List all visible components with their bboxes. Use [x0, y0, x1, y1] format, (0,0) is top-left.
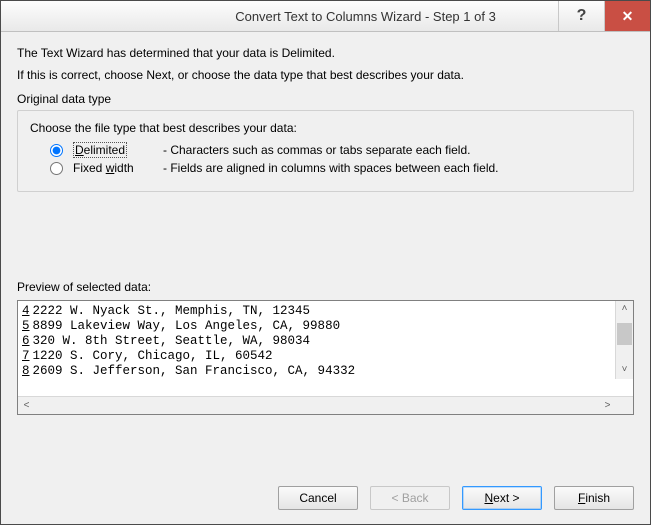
- button-row: Cancel < Back Next > Finish: [1, 472, 650, 524]
- choose-label: Choose the file type that best describes…: [30, 121, 621, 135]
- radio-fixed-width-label: Fixed width: [73, 161, 149, 175]
- help-button[interactable]: ?: [558, 1, 604, 31]
- scroll-thumb[interactable]: [617, 323, 632, 345]
- preview-row: 1220 S. Cory, Chicago, IL, 60542: [33, 349, 356, 364]
- line-number: 6: [22, 334, 30, 349]
- finish-button[interactable]: Finish: [554, 486, 634, 510]
- original-data-type-group: Choose the file type that best describes…: [17, 110, 634, 192]
- radio-fixed-width-desc: - Fields are aligned in columns with spa…: [163, 161, 499, 175]
- close-button[interactable]: ✕: [604, 1, 650, 31]
- preview-row: 8899 Lakeview Way, Los Angeles, CA, 9988…: [33, 319, 356, 334]
- preview-line-texts: 2222 W. Nyack St., Memphis, TN, 12345 88…: [32, 304, 356, 396]
- vertical-scrollbar[interactable]: ˄ ˅: [615, 301, 633, 379]
- preview-row: 320 W. 8th Street, Seattle, WA, 98034: [33, 334, 356, 349]
- horizontal-scrollbar[interactable]: ˂ ˃: [18, 396, 633, 414]
- preview-row: 2222 W. Nyack St., Memphis, TN, 12345: [33, 304, 356, 319]
- scroll-right-arrow-icon[interactable]: ˃: [599, 397, 616, 414]
- scrollbar-corner: [616, 397, 633, 414]
- cancel-button[interactable]: Cancel: [278, 486, 358, 510]
- radio-delimited-label: Delimited: [73, 143, 149, 157]
- intro-text-2: If this is correct, choose Next, or choo…: [17, 68, 634, 82]
- radio-delimited-input[interactable]: [50, 144, 63, 157]
- radio-delimited[interactable]: Delimited - Characters such as commas or…: [50, 143, 621, 157]
- wizard-window: Convert Text to Columns Wizard - Step 1 …: [0, 0, 651, 525]
- next-button[interactable]: Next >: [462, 486, 542, 510]
- line-number: 5: [22, 319, 30, 334]
- radio-fixed-width[interactable]: Fixed width - Fields are aligned in colu…: [50, 161, 621, 175]
- scroll-up-arrow-icon[interactable]: ˄: [616, 301, 633, 318]
- preview-row: 2609 S. Jefferson, San Francisco, CA, 94…: [33, 364, 356, 379]
- scroll-left-arrow-icon[interactable]: ˂: [18, 397, 35, 414]
- titlebar-controls: ? ✕: [558, 1, 650, 31]
- back-button: < Back: [370, 486, 450, 510]
- titlebar: Convert Text to Columns Wizard - Step 1 …: [1, 1, 650, 32]
- preview-line-numbers: 4 5 6 7 8: [22, 304, 32, 396]
- scroll-down-arrow-icon[interactable]: ˅: [616, 362, 633, 379]
- radio-fixed-width-input[interactable]: [50, 162, 63, 175]
- preview-label: Preview of selected data:: [17, 280, 634, 294]
- preview-content: 4 5 6 7 8 2222 W. Nyack St., Memphis, TN…: [18, 301, 633, 396]
- preview-box: 4 5 6 7 8 2222 W. Nyack St., Memphis, TN…: [17, 300, 634, 415]
- window-title: Convert Text to Columns Wizard - Step 1 …: [1, 9, 650, 24]
- dialog-body: The Text Wizard has determined that your…: [1, 32, 650, 472]
- line-number: 8: [22, 364, 30, 379]
- intro-text-1: The Text Wizard has determined that your…: [17, 46, 634, 60]
- line-number: 7: [22, 349, 30, 364]
- group-heading: Original data type: [17, 92, 634, 106]
- line-number: 4: [22, 304, 30, 319]
- radio-delimited-desc: - Characters such as commas or tabs sepa…: [163, 143, 470, 157]
